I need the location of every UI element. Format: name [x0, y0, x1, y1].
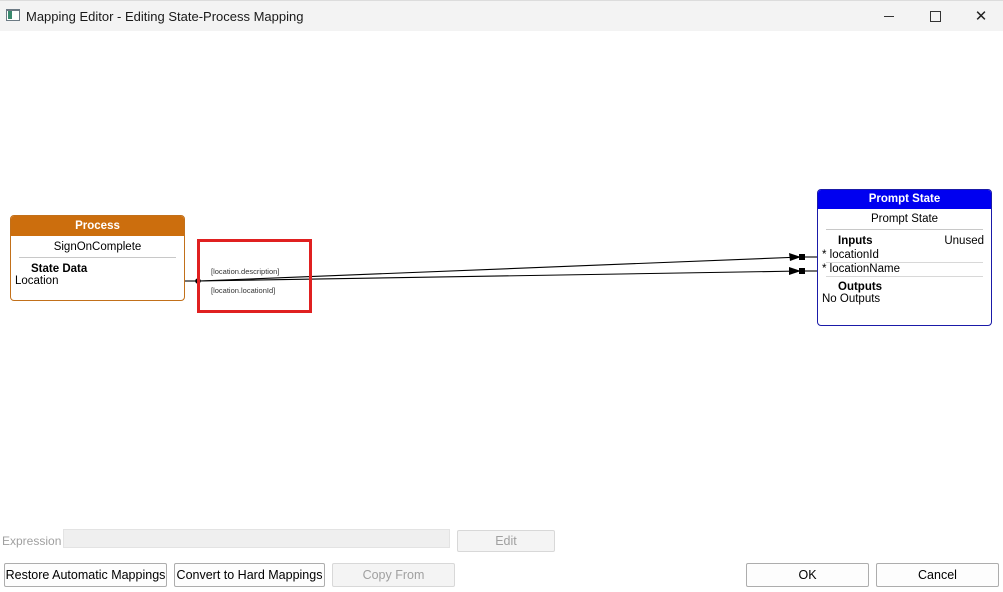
expression-label: Expression [2, 534, 62, 548]
convert-to-hard-mappings-button[interactable]: Convert to Hard Mappings [174, 563, 325, 587]
process-node-name: SignOnComplete [53, 241, 142, 253]
state-data-title: State Data [31, 263, 88, 275]
divider [826, 276, 983, 277]
divider [826, 229, 983, 230]
divider [19, 257, 176, 258]
state-data-row-location[interactable]: Location [15, 275, 184, 287]
cancel-button[interactable]: Cancel [876, 563, 999, 587]
input-port-locationname[interactable] [799, 268, 805, 274]
mapping-label-description[interactable]: [location.description] [211, 267, 279, 276]
process-node[interactable]: Process SignOnComplete State Data Locati… [10, 215, 185, 301]
outputs-value: No Outputs [822, 293, 881, 305]
mapping-labels-highlight [197, 239, 312, 313]
inputs-header-row: Inputs Unused [818, 235, 991, 249]
ok-button[interactable]: OK [746, 563, 869, 587]
prompt-node-name: Prompt State [870, 213, 939, 225]
outputs-title: Outputs [838, 281, 883, 293]
expression-input[interactable] [63, 529, 450, 548]
unused-label: Unused [944, 235, 984, 247]
restore-automatic-mappings-button[interactable]: Restore Automatic Mappings [4, 563, 167, 587]
inputs-title: Inputs [838, 235, 873, 247]
prompt-state-node[interactable]: Prompt State Prompt State Inputs Unused … [817, 189, 992, 326]
prompt-node-header: Prompt State [818, 190, 991, 209]
input-port-locationid[interactable] [799, 254, 805, 260]
edit-button[interactable]: Edit [457, 530, 555, 552]
input-row-locationid[interactable]: * locationId [822, 249, 991, 262]
process-node-header: Process [11, 216, 184, 236]
mapping-label-locationid[interactable]: [location.locationId] [211, 286, 275, 295]
input-row-locationname[interactable]: * locationName [822, 263, 991, 276]
copy-from-button[interactable]: Copy From [332, 563, 455, 587]
